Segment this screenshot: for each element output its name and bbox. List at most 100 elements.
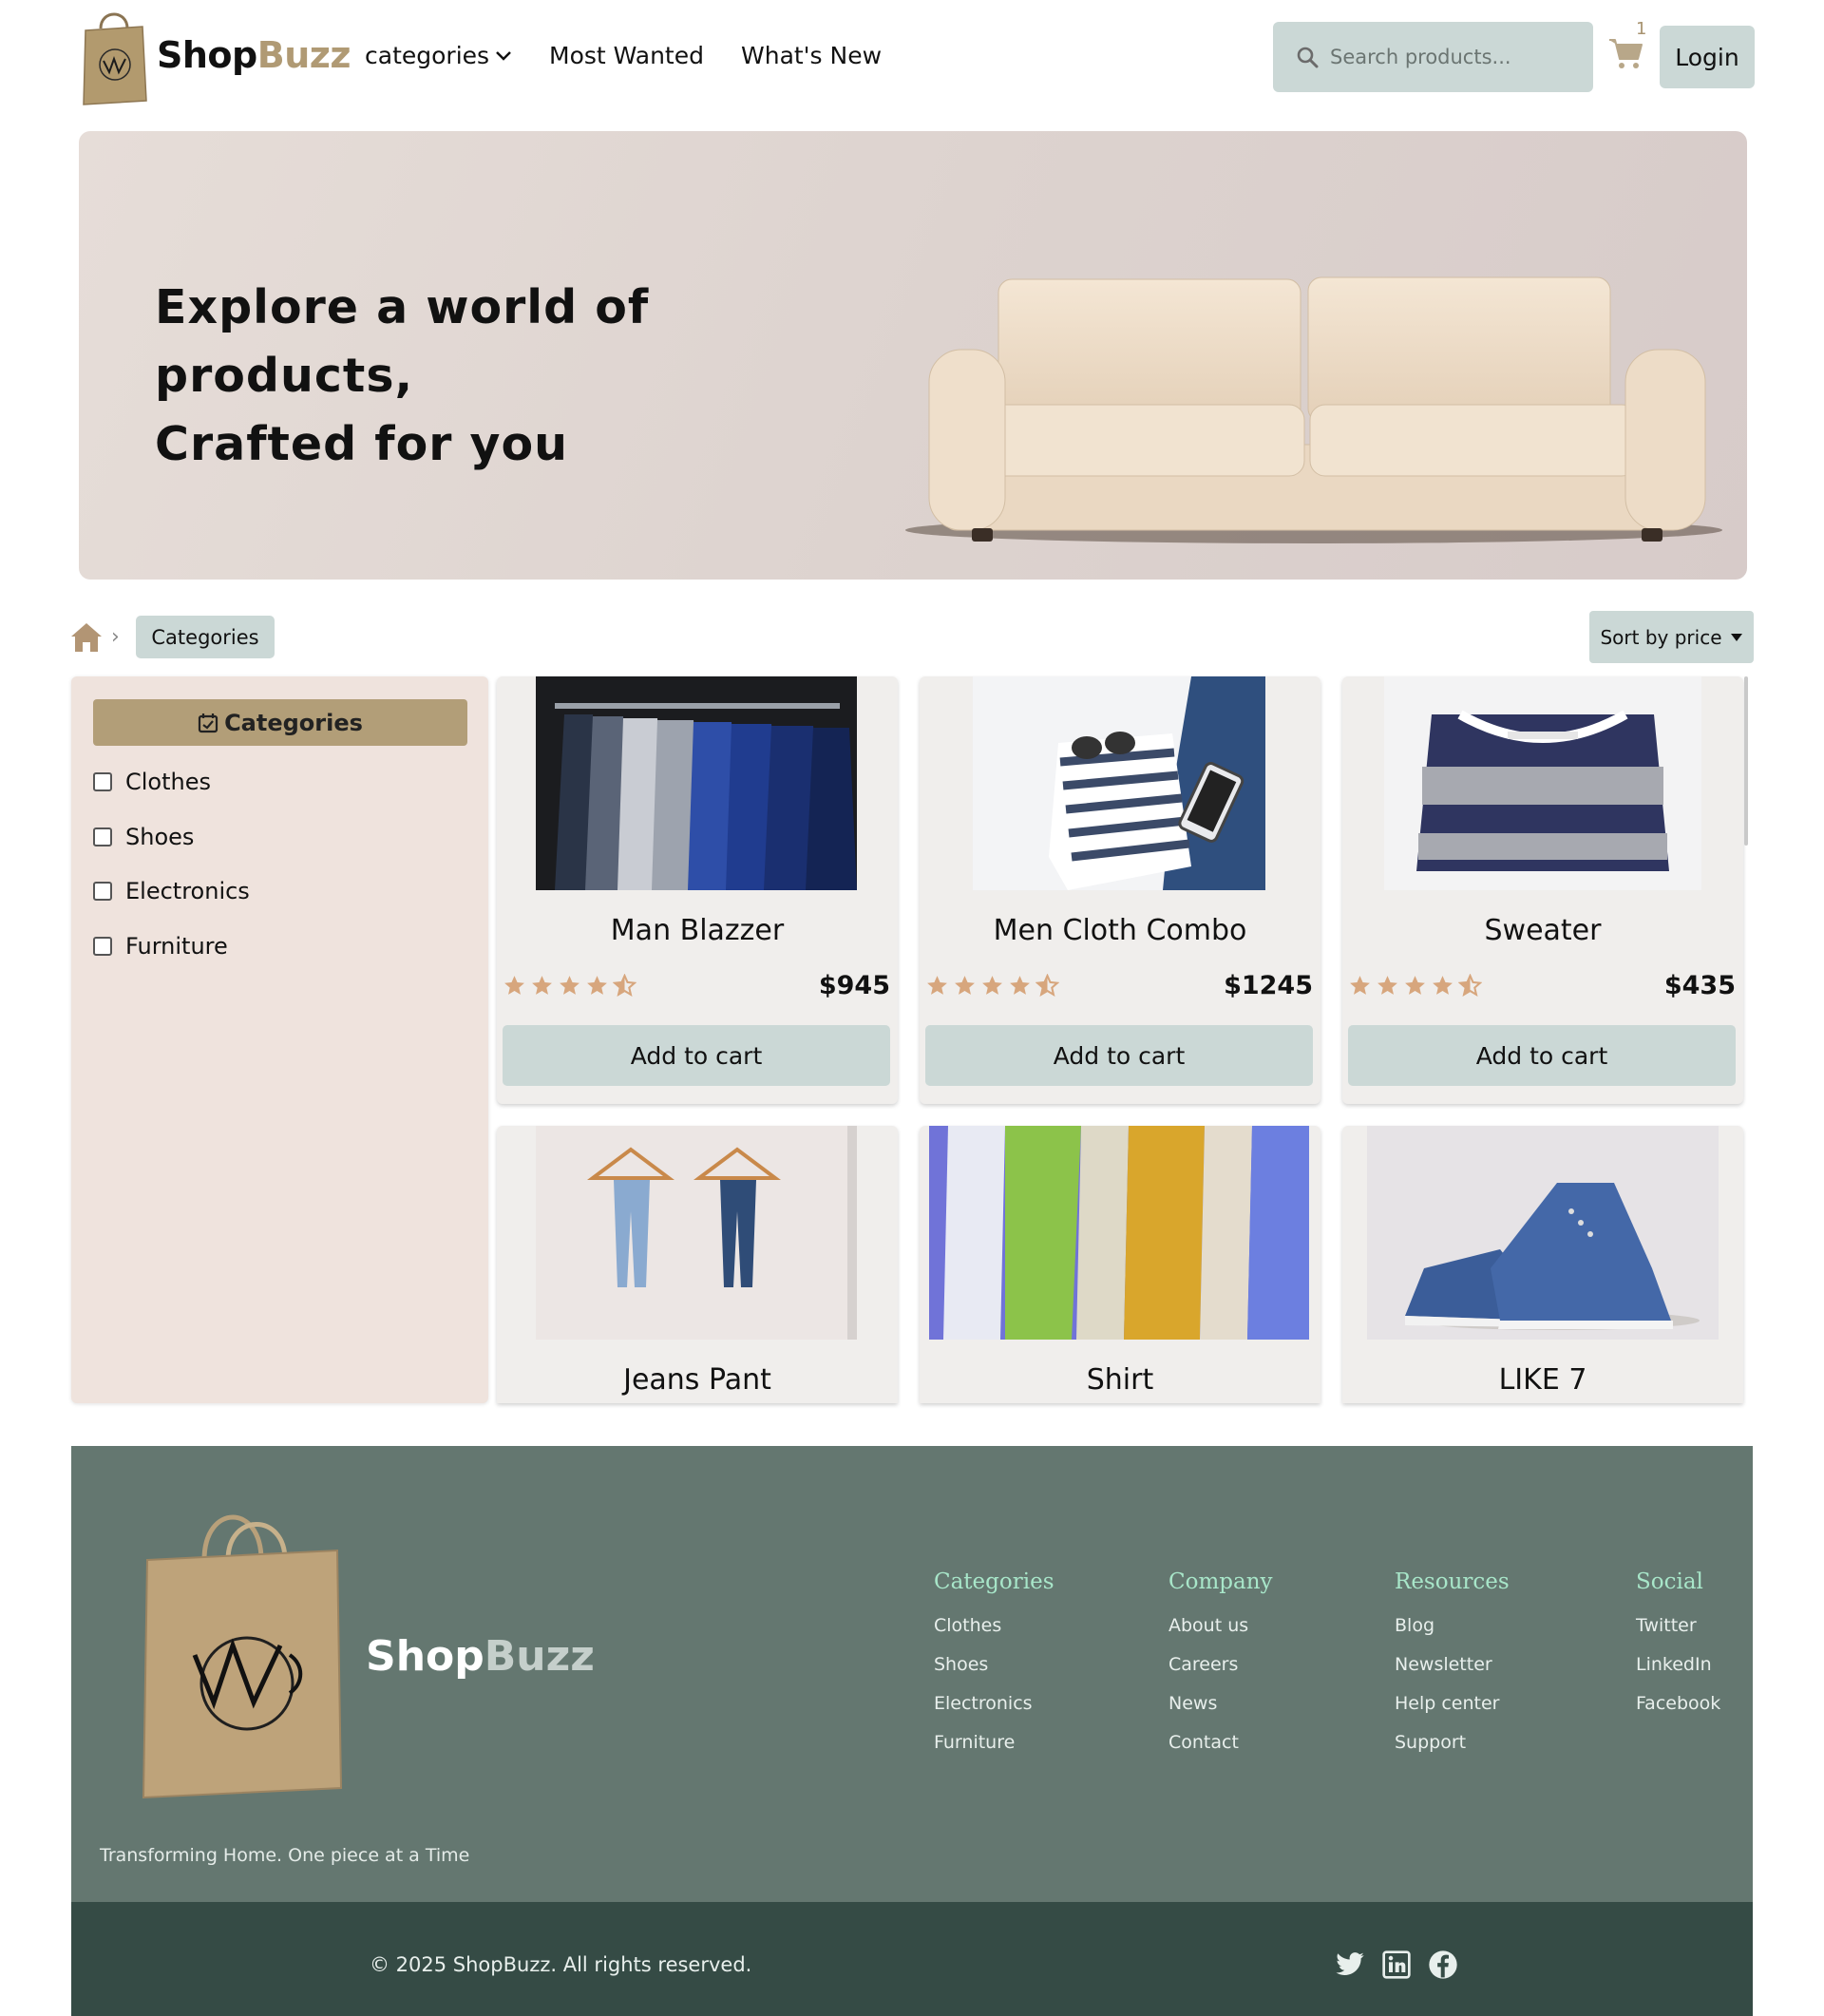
shopping-bag-logo-icon[interactable] bbox=[80, 8, 148, 106]
twitter-icon[interactable] bbox=[1335, 1949, 1365, 1980]
product-image-sneakers[interactable] bbox=[1367, 1126, 1719, 1340]
footer-link[interactable]: Electronics bbox=[934, 1693, 1054, 1714]
product-title[interactable]: Man Blazzer bbox=[497, 914, 898, 947]
search-box[interactable] bbox=[1273, 22, 1593, 92]
home-icon[interactable] bbox=[69, 621, 104, 654]
rating-stars bbox=[1348, 974, 1482, 998]
footer-link[interactable]: About us bbox=[1168, 1615, 1273, 1636]
filter-label: Clothes bbox=[125, 769, 211, 795]
nav-most-wanted[interactable]: Most Wanted bbox=[549, 42, 704, 69]
checkbox-electronics[interactable] bbox=[93, 882, 112, 901]
star-icon bbox=[1405, 976, 1425, 995]
add-to-cart-button[interactable]: Add to cart bbox=[925, 1025, 1313, 1086]
footer-link[interactable]: Facebook bbox=[1636, 1693, 1720, 1714]
login-button[interactable]: Login bbox=[1660, 26, 1755, 88]
filter-clothes[interactable]: Clothes bbox=[93, 769, 211, 795]
star-half-icon bbox=[1036, 974, 1059, 998]
breadcrumb-current[interactable]: Categories bbox=[136, 616, 275, 658]
chevron-down-icon bbox=[496, 50, 511, 61]
product-card-jeans-pant[interactable]: Jeans Pant bbox=[497, 1126, 898, 1403]
add-to-cart-button[interactable]: Add to cart bbox=[503, 1025, 890, 1086]
checkbox-clothes[interactable] bbox=[93, 772, 112, 791]
footer-column-company: Company About us Careers News Contact bbox=[1168, 1569, 1273, 1771]
product-card-shirt[interactable]: Shirt bbox=[920, 1126, 1320, 1403]
site-footer: ShopBuzz Transforming Home. One piece at… bbox=[71, 1446, 1753, 1902]
hero-line-1: Explore a world of products, bbox=[155, 280, 650, 403]
product-card-men-cloth-combo[interactable]: Men Cloth Combo $1245 Add to cart bbox=[920, 676, 1320, 1104]
filter-label: Electronics bbox=[125, 878, 250, 904]
product-title[interactable]: Sweater bbox=[1342, 914, 1743, 947]
checkbox-furniture[interactable] bbox=[93, 937, 112, 956]
footer-link[interactable]: Contact bbox=[1168, 1732, 1273, 1753]
sofa-image bbox=[905, 276, 1722, 543]
footer-link[interactable]: News bbox=[1168, 1693, 1273, 1714]
product-title[interactable]: Shirt bbox=[920, 1363, 1320, 1397]
product-title[interactable]: LIKE 7 bbox=[1342, 1363, 1743, 1397]
star-icon bbox=[560, 976, 580, 995]
star-half-icon bbox=[613, 974, 636, 998]
footer-column-categories: Categories Clothes Shoes Electronics Fur… bbox=[934, 1569, 1054, 1771]
star-icon bbox=[587, 976, 607, 995]
footer-brand-part-1: Shop bbox=[366, 1632, 484, 1681]
nav-whats-new[interactable]: What's New bbox=[741, 42, 882, 69]
hero-line-2: Crafted for you bbox=[155, 417, 568, 471]
footer-link[interactable]: Careers bbox=[1168, 1654, 1273, 1675]
product-image-blazer[interactable] bbox=[536, 676, 857, 890]
cart-count-badge: 1 bbox=[1636, 19, 1647, 39]
filter-shoes[interactable]: Shoes bbox=[93, 824, 194, 850]
sidebar-heading: Categories bbox=[93, 699, 467, 746]
product-grid-scrollbar[interactable] bbox=[1744, 676, 1748, 846]
star-icon bbox=[1350, 976, 1370, 995]
product-image-shirts[interactable] bbox=[929, 1126, 1309, 1340]
product-image-jeans[interactable] bbox=[536, 1126, 857, 1340]
product-title[interactable]: Men Cloth Combo bbox=[920, 914, 1320, 947]
star-icon bbox=[1010, 976, 1030, 995]
sort-by-price-button[interactable]: Sort by price bbox=[1589, 611, 1754, 663]
caret-down-icon bbox=[1730, 633, 1742, 641]
footer-column-resources: Resources Blog Newsletter Help center Su… bbox=[1395, 1569, 1510, 1771]
footer-column-title: Categories bbox=[934, 1569, 1054, 1594]
footer-link[interactable]: Newsletter bbox=[1395, 1654, 1510, 1675]
filter-electronics[interactable]: Electronics bbox=[93, 878, 250, 904]
hero-headline: Explore a world of products, Crafted for… bbox=[155, 274, 915, 479]
search-input[interactable] bbox=[1330, 46, 1558, 68]
cart-icon[interactable] bbox=[1607, 34, 1645, 72]
brand-part-2: Buzz bbox=[256, 34, 352, 76]
footer-link[interactable]: Twitter bbox=[1636, 1615, 1720, 1636]
footer-column-title: Resources bbox=[1395, 1569, 1510, 1594]
footer-brand[interactable]: ShopBuzz bbox=[366, 1632, 595, 1681]
product-price: $1245 bbox=[1224, 971, 1313, 1000]
linkedin-icon[interactable] bbox=[1381, 1949, 1412, 1980]
facebook-icon[interactable] bbox=[1428, 1949, 1458, 1980]
product-title[interactable]: Jeans Pant bbox=[497, 1363, 898, 1397]
footer-link[interactable]: Blog bbox=[1395, 1615, 1510, 1636]
product-image-cloth-combo[interactable] bbox=[973, 676, 1265, 890]
footer-column-title: Social bbox=[1636, 1569, 1703, 1594]
footer-link[interactable]: LinkedIn bbox=[1636, 1654, 1720, 1675]
product-price: $435 bbox=[1663, 971, 1736, 1000]
copyright-text: © 2025 ShopBuzz. All rights reserved. bbox=[370, 1953, 752, 1976]
footer-link[interactable]: Furniture bbox=[934, 1732, 1054, 1753]
product-card-like-7[interactable]: LIKE 7 bbox=[1342, 1126, 1743, 1403]
product-card-sweater[interactable]: Sweater $435 Add to cart bbox=[1342, 676, 1743, 1104]
star-icon bbox=[1433, 976, 1453, 995]
product-image-sweater[interactable] bbox=[1384, 676, 1701, 890]
footer-brand-part-2: Buzz bbox=[484, 1632, 595, 1681]
nav-categories-dropdown[interactable]: categories bbox=[365, 42, 512, 69]
star-half-icon bbox=[1458, 974, 1482, 998]
calendar-check-icon bbox=[198, 713, 218, 732]
footer-link[interactable]: Shoes bbox=[934, 1654, 1054, 1675]
footer-link[interactable]: Help center bbox=[1395, 1693, 1510, 1714]
add-to-cart-button[interactable]: Add to cart bbox=[1348, 1025, 1736, 1086]
footer-bottom-bar: © 2025 ShopBuzz. All rights reserved. bbox=[71, 1902, 1753, 2016]
footer-link[interactable]: Clothes bbox=[934, 1615, 1054, 1636]
filter-furniture[interactable]: Furniture bbox=[93, 933, 228, 960]
star-icon bbox=[1378, 976, 1397, 995]
star-icon bbox=[504, 976, 524, 995]
footer-link[interactable]: Support bbox=[1395, 1732, 1510, 1753]
brand-name[interactable]: ShopBuzz bbox=[157, 34, 352, 76]
checkbox-shoes[interactable] bbox=[93, 827, 112, 846]
product-card-man-blazzer[interactable]: Man Blazzer $945 Add to cart bbox=[497, 676, 898, 1104]
footer-tagline: Transforming Home. One piece at a Time bbox=[100, 1845, 470, 1866]
star-icon bbox=[927, 976, 947, 995]
